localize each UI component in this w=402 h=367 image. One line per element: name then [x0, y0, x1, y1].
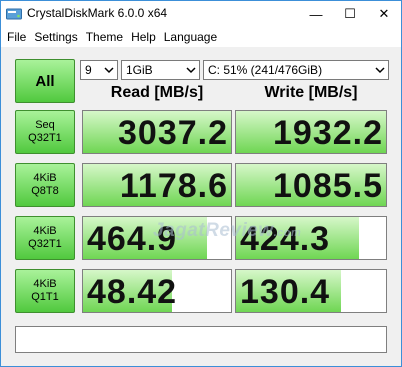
watermark-suffix: .com	[273, 227, 302, 239]
comment-field[interactable]	[15, 326, 387, 353]
minimize-button[interactable]: —	[299, 1, 333, 27]
menu-file[interactable]: File	[3, 27, 30, 47]
read-column-header: Read [MB/s]	[110, 84, 204, 101]
chevron-down-icon	[186, 67, 196, 74]
read-result-value: 3037.2	[118, 114, 228, 152]
read-result-seq-q32t1: 3037.2	[82, 110, 232, 154]
write-result-value: 1085.5	[273, 167, 383, 205]
menu-bar: File Settings Theme Help Language	[1, 27, 401, 47]
watermark-text: JagatReview	[153, 220, 274, 241]
row-label-line1: 4KiB	[33, 172, 57, 184]
test-size-select[interactable]: 1GiB	[121, 60, 200, 80]
close-button[interactable]: ✕	[367, 1, 401, 27]
run-4kib-q32t1-button[interactable]: 4KiB Q32T1	[15, 216, 75, 260]
title-bar[interactable]: CrystalDiskMark 6.0.0 x64 — ☐ ✕	[1, 1, 401, 27]
window-title: CrystalDiskMark 6.0.0 x64	[27, 6, 168, 20]
run-seq-q32t1-button[interactable]: Seq Q32T1	[15, 110, 75, 154]
app-disk-icon	[6, 8, 22, 20]
row-label-line2: Q1T1	[31, 291, 59, 303]
write-result-4kib-q1t1: 130.4	[235, 269, 387, 313]
read-result-value: 1178.6	[119, 167, 228, 205]
test-count-select[interactable]: 9	[80, 60, 118, 80]
run-4kib-q8t8-button[interactable]: 4KiB Q8T8	[15, 163, 75, 207]
row-label-line1: 4KiB	[33, 278, 57, 290]
write-column-header: Write [MB/s]	[264, 84, 358, 101]
row-label-line2: Q32T1	[28, 132, 62, 144]
test-count-value: 9	[85, 63, 92, 77]
row-label-line2: Q8T8	[31, 185, 59, 197]
row-label-line1: 4KiB	[33, 225, 57, 237]
row-label-line2: Q32T1	[28, 238, 62, 250]
write-result-value: 1932.2	[273, 114, 383, 152]
run-all-button[interactable]: All	[15, 59, 75, 103]
write-result-seq-q32t1: 1932.2	[235, 110, 387, 154]
write-result-4kib-q8t8: 1085.5	[235, 163, 387, 207]
row-label-line1: Seq	[35, 119, 55, 131]
read-result-4kib-q8t8: 1178.6	[82, 163, 232, 207]
chevron-down-icon	[104, 67, 114, 74]
read-result-4kib-q1t1: 48.42	[82, 269, 232, 313]
maximize-button[interactable]: ☐	[333, 1, 367, 27]
watermark-logo: JagatReview.com	[153, 220, 301, 242]
menu-theme[interactable]: Theme	[82, 27, 127, 47]
main-panel: All 9 1GiB C: 51% (241/476GiB) Read [MB/…	[1, 47, 401, 366]
menu-help[interactable]: Help	[127, 27, 160, 47]
chevron-down-icon	[375, 67, 385, 74]
menu-settings[interactable]: Settings	[30, 27, 81, 47]
test-size-value: 1GiB	[126, 63, 153, 77]
menu-language[interactable]: Language	[160, 27, 221, 47]
drive-value: C: 51% (241/476GiB)	[208, 63, 323, 77]
run-4kib-q1t1-button[interactable]: 4KiB Q1T1	[15, 269, 75, 313]
read-result-value: 48.42	[87, 273, 178, 311]
write-result-value: 130.4	[240, 273, 331, 311]
drive-select[interactable]: C: 51% (241/476GiB)	[203, 60, 389, 80]
app-window: CrystalDiskMark 6.0.0 x64 — ☐ ✕ File Set…	[0, 0, 402, 367]
